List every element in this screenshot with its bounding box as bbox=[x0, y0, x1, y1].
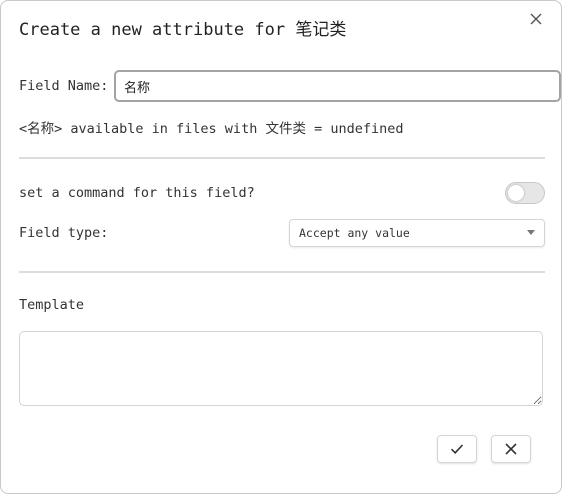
close-icon[interactable] bbox=[527, 10, 545, 28]
confirm-button[interactable] bbox=[437, 435, 477, 463]
field-type-label: Field type: bbox=[19, 225, 109, 241]
attribute-dialog: Create a new attribute for 笔记类 Field Nam… bbox=[0, 0, 562, 494]
command-toggle[interactable] bbox=[505, 182, 545, 204]
template-label: Template bbox=[19, 297, 85, 313]
close-icon bbox=[505, 443, 517, 455]
check-icon bbox=[450, 444, 464, 454]
template-textarea[interactable] bbox=[19, 331, 543, 406]
field-type-value: Accept any value bbox=[299, 226, 410, 240]
availability-info: <名称> available in files with 文件类 = undef… bbox=[19, 121, 404, 137]
divider bbox=[19, 271, 545, 273]
field-name-input[interactable] bbox=[114, 70, 561, 102]
command-row: set a command for this field? bbox=[19, 182, 545, 204]
field-type-row: Field type: Accept any value bbox=[19, 219, 545, 247]
dialog-title: Create a new attribute for 笔记类 bbox=[19, 20, 347, 40]
toggle-knob bbox=[508, 185, 524, 201]
field-name-label: Field Name: bbox=[19, 78, 109, 94]
cancel-button[interactable] bbox=[491, 435, 531, 463]
chevron-down-icon bbox=[527, 230, 535, 235]
field-type-select[interactable]: Accept any value bbox=[289, 219, 545, 247]
field-name-row: Field Name: bbox=[19, 70, 561, 102]
divider bbox=[19, 157, 545, 159]
command-label: set a command for this field? bbox=[19, 185, 255, 201]
